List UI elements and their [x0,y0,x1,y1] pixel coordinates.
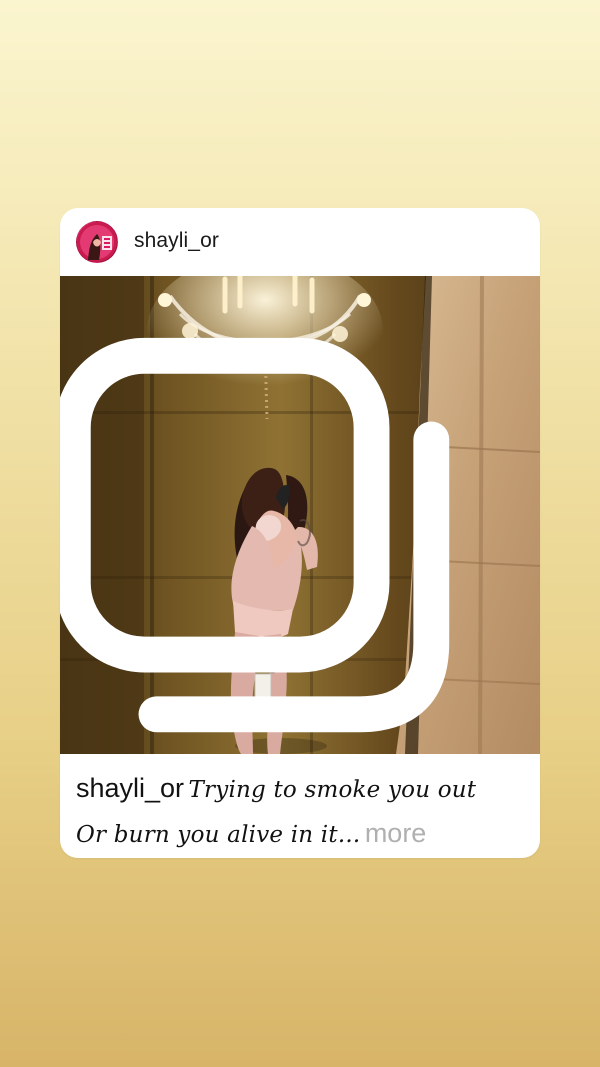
caption-username[interactable]: shayli_or [76,773,184,803]
caption-ellipsis: ... [337,822,361,848]
avatar-image [77,222,117,262]
story-view: shayli_or shayli_or Trying to smoke you … [0,0,600,1067]
post-caption: shayli_or Trying to smoke you out Or bur… [76,768,528,858]
header-username[interactable]: shayli_or [134,229,219,253]
caption-line-2: Or burn you alive in it [76,822,338,848]
caption-line-1: Trying to smoke you out [188,777,477,803]
post-header: shayli_or [60,208,540,276]
multiple-photos-icon[interactable] [60,308,504,754]
shared-post-card[interactable]: shayli_or shayli_or Trying to smoke you … [60,208,540,858]
profile-avatar[interactable] [76,221,118,263]
post-photo[interactable] [60,276,540,754]
more-link[interactable]: more [365,818,427,848]
